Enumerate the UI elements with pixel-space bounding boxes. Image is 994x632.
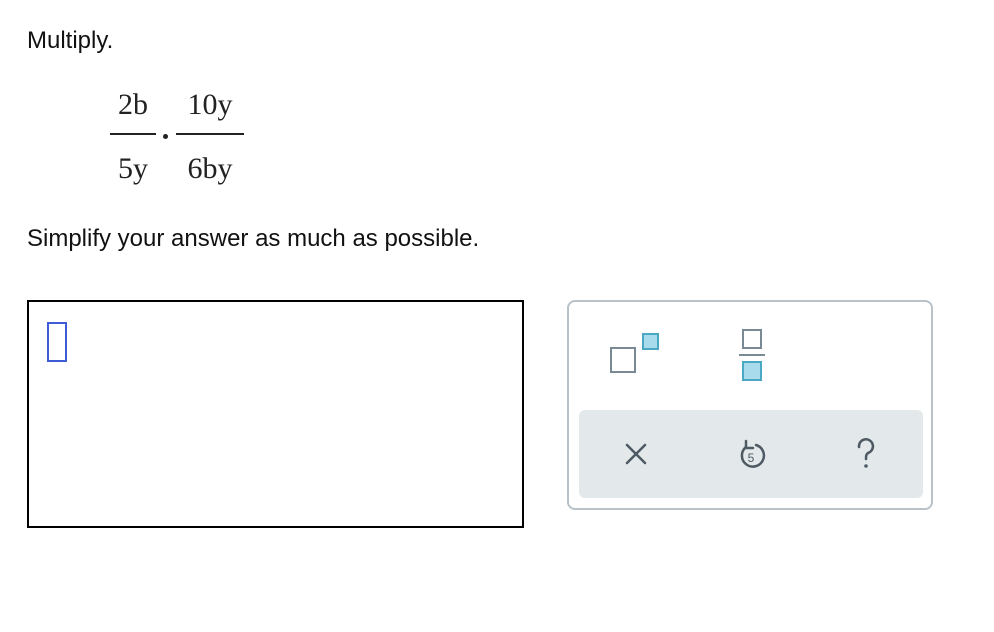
fraction-1-bar — [110, 133, 156, 135]
cursor-placeholder[interactable] — [47, 322, 67, 362]
svg-text:5: 5 — [748, 451, 755, 465]
exponent-template-icon — [610, 333, 659, 373]
exponent-button[interactable] — [609, 328, 669, 378]
fraction-1-numerator: 2b — [118, 88, 148, 121]
multiplication-dot — [163, 134, 168, 139]
answer-input[interactable] — [27, 300, 524, 528]
fraction-1-denominator: 5y — [118, 152, 148, 185]
fraction-1: 2b 5y — [110, 88, 156, 198]
fraction-2: 10y 6by — [176, 88, 244, 198]
clear-icon — [625, 443, 647, 465]
undo-icon: 5 — [740, 439, 766, 468]
fraction-template-icon — [739, 329, 765, 381]
fraction-2-denominator: 6by — [187, 152, 233, 185]
fraction-2-numerator: 10y — [187, 88, 233, 121]
help-button[interactable] — [840, 428, 892, 480]
undo-button[interactable]: 5 — [725, 428, 777, 480]
action-bar: 5 — [579, 410, 923, 498]
question-instruction: Multiply. — [27, 27, 114, 54]
math-expression: 2b 5y 10y 6by — [110, 88, 250, 198]
clear-button[interactable] — [610, 428, 662, 480]
fraction-button[interactable] — [734, 328, 774, 384]
math-toolbar: 5 — [567, 300, 933, 510]
help-icon — [857, 438, 875, 468]
fraction-2-bar — [176, 133, 244, 135]
simplify-instruction: Simplify your answer as much as possible… — [27, 225, 480, 252]
